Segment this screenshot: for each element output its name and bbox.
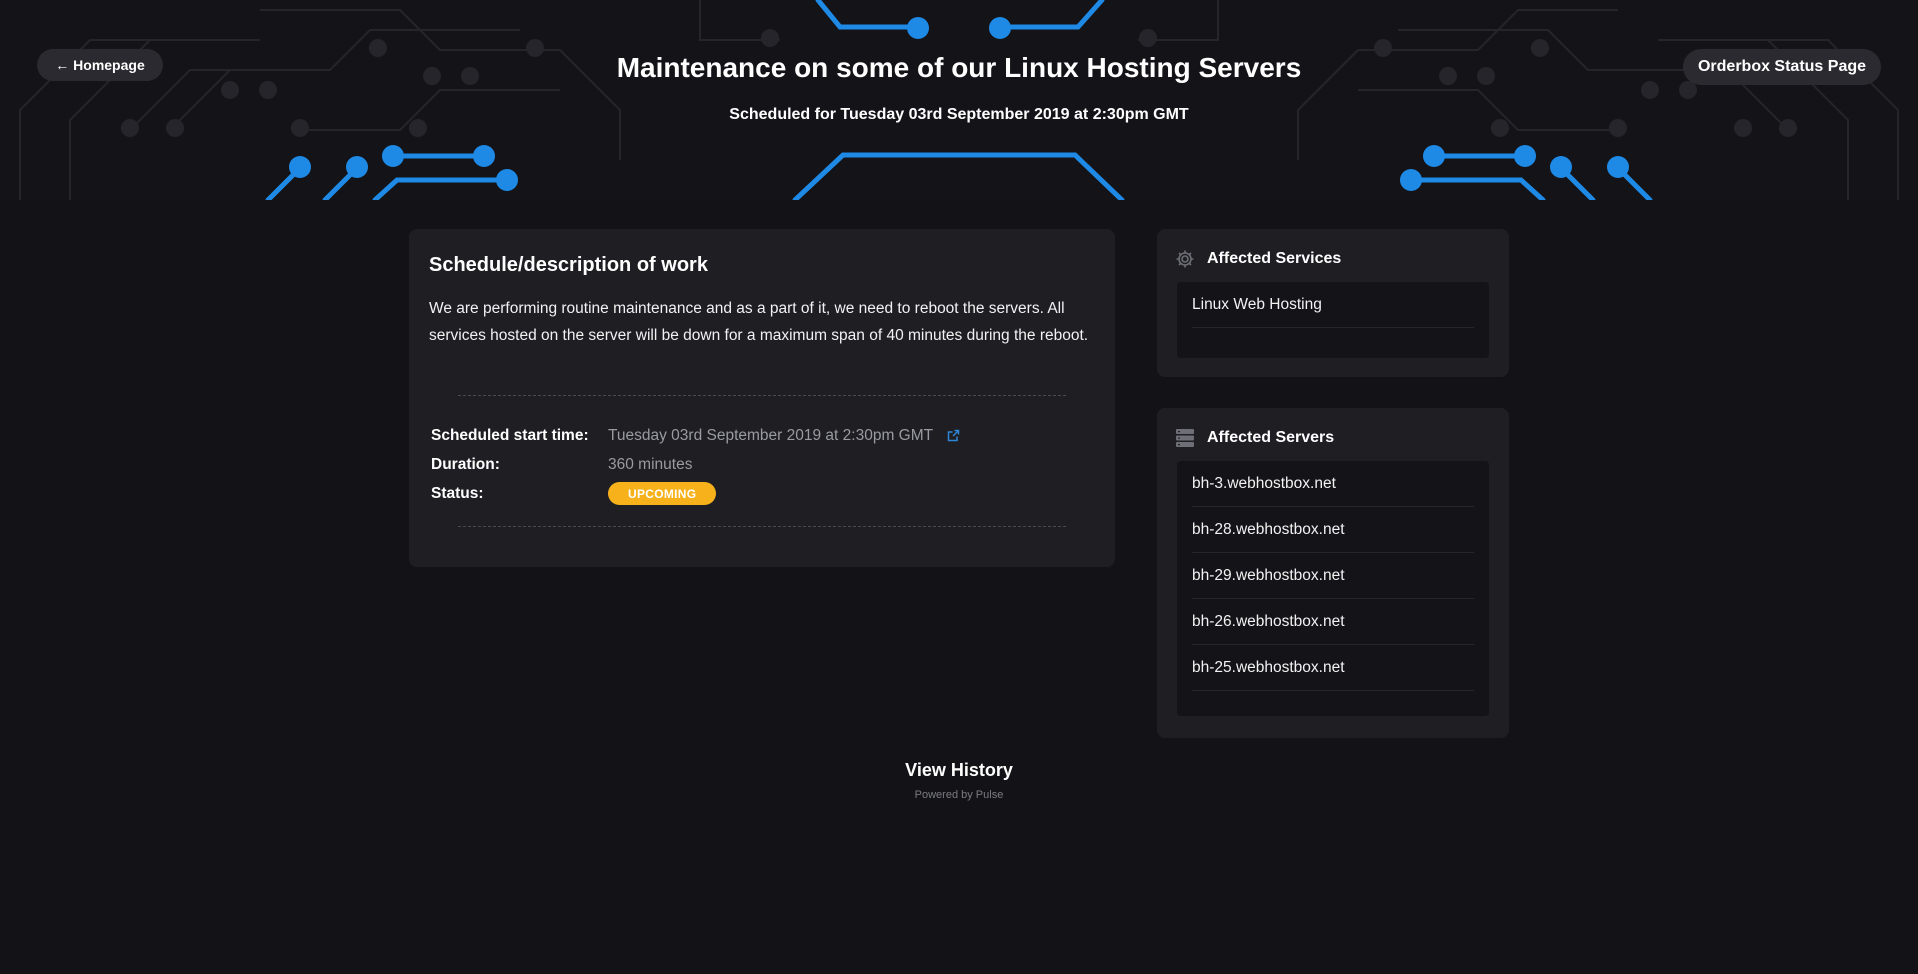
- start-time-value: Tuesday 03rd September 2019 at 2:30pm GM…: [608, 426, 934, 444]
- work-description: We are performing routine maintenance an…: [429, 300, 1089, 344]
- external-link-icon[interactable]: [947, 429, 960, 442]
- list-item: bh-3.webhostbox.net: [1192, 461, 1474, 507]
- list-item: bh-28.webhostbox.net: [1192, 507, 1474, 553]
- affected-servers-title: Affected Servers: [1207, 429, 1335, 446]
- circuit-background: [19, 0, 1899, 200]
- divider: [458, 526, 1066, 527]
- status-row: Status: UPCOMING: [431, 479, 960, 508]
- duration-label: Duration:: [431, 455, 500, 473]
- start-time-label: Scheduled start time:: [431, 426, 589, 444]
- affected-servers-list: bh-3.webhostbox.net bh-28.webhostbox.net…: [1177, 461, 1489, 716]
- affected-services-title: Affected Services: [1207, 250, 1342, 267]
- gear-icon: [1175, 249, 1195, 269]
- work-description-card: Schedule/description of work We are perf…: [409, 229, 1115, 567]
- powered-by-text: Powered by Pulse: [914, 789, 1004, 801]
- list-item: bh-25.webhostbox.net: [1192, 645, 1474, 691]
- server-icon: [1175, 428, 1195, 448]
- divider: [458, 395, 1066, 396]
- list-item: bh-26.webhostbox.net: [1192, 599, 1474, 645]
- card-heading: Schedule/description of work: [429, 254, 708, 276]
- affected-services-list: Linux Web Hosting: [1177, 282, 1489, 358]
- status-label: Status:: [431, 484, 484, 502]
- affected-services-card: Affected Services Linux Web Hosting: [1157, 229, 1509, 377]
- page-title: Maintenance on some of our Linux Hosting…: [616, 52, 1302, 83]
- header-banner: ← Homepage Maintenance on some of our Li…: [0, 0, 1918, 200]
- page-subtitle: Scheduled for Tuesday 03rd September 201…: [729, 106, 1189, 123]
- status-badge: UPCOMING: [608, 482, 717, 505]
- list-item: bh-29.webhostbox.net: [1192, 553, 1474, 599]
- status-page-button[interactable]: Orderbox Status Page: [1683, 49, 1881, 85]
- view-history-link[interactable]: View History: [0, 760, 1918, 781]
- maintenance-details: Scheduled start time: Tuesday 03rd Septe…: [431, 421, 960, 508]
- duration-row: Duration: 360 minutes: [431, 450, 960, 479]
- affected-servers-header: Affected Servers: [1175, 428, 1334, 448]
- affected-services-header: Affected Services: [1175, 249, 1341, 269]
- duration-value: 360 minutes: [608, 455, 693, 473]
- list-item: Linux Web Hosting: [1192, 282, 1474, 328]
- start-time-row: Scheduled start time: Tuesday 03rd Septe…: [431, 421, 960, 450]
- affected-servers-card: Affected Servers bh-3.webhostbox.net bh-…: [1157, 408, 1509, 738]
